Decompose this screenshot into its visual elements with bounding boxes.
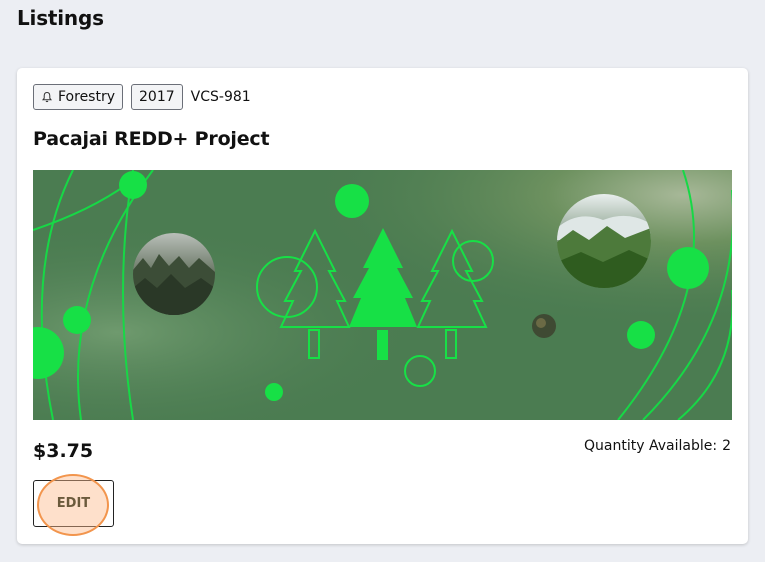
listing-tags: Forestry 2017 VCS-981 [33,84,251,110]
category-tag: Forestry [33,84,124,110]
vintage-tag: 2017 [131,84,183,110]
edit-button-label: EDIT [56,496,91,511]
quantity-available: Quantity Available: 2 [584,438,731,454]
quantity-label: Quantity Available: [584,438,718,454]
bell-icon [41,91,53,103]
registry-id: VCS-981 [190,89,251,105]
quantity-value: 2 [722,438,731,454]
listing-card: Forestry 2017 VCS-981 Pacajai REDD+ Proj… [17,68,748,544]
edit-button[interactable]: EDIT [33,480,114,527]
page-title: Listings [17,6,104,30]
listing-title: Pacajai REDD+ Project [33,128,270,150]
project-banner-image [33,170,732,420]
price: $3.75 [33,440,94,462]
category-label: Forestry [58,89,116,105]
